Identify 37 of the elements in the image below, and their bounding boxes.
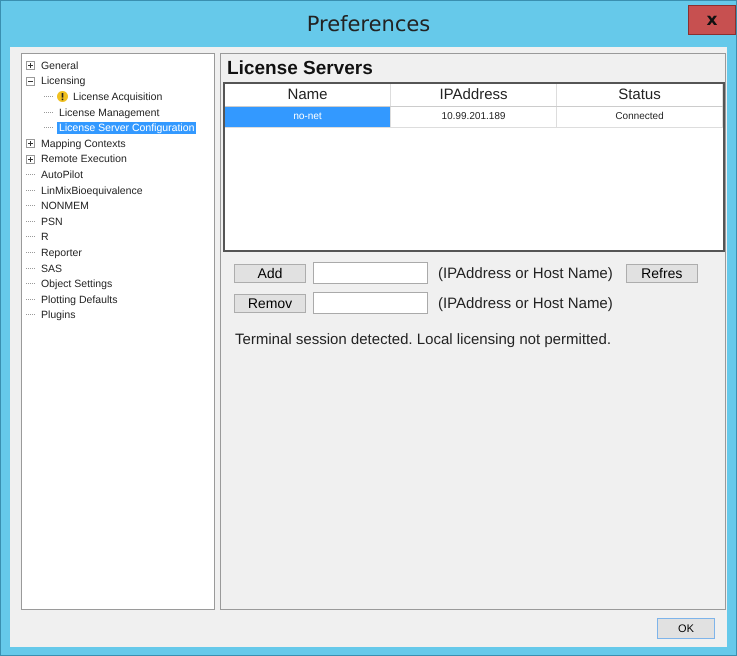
tree-item[interactable]: Reporter bbox=[39, 246, 84, 259]
tree-item[interactable]: Plotting Defaults bbox=[39, 294, 120, 306]
column-header[interactable]: Name bbox=[225, 84, 391, 106]
action-button[interactable]: Add bbox=[234, 264, 306, 282]
collapse-icon[interactable] bbox=[26, 76, 35, 86]
tree-item[interactable]: Mapping Contexts bbox=[39, 138, 128, 150]
ok-button[interactable]: OK bbox=[657, 618, 715, 639]
tree-item[interactable]: NONMEM bbox=[39, 200, 91, 212]
tree-item[interactable]: Remote Execution bbox=[39, 153, 129, 166]
expand-icon[interactable] bbox=[26, 154, 35, 164]
column-header[interactable]: Status bbox=[557, 84, 723, 106]
close-button[interactable]: x bbox=[688, 5, 736, 35]
action-button[interactable]: Remov bbox=[234, 294, 306, 312]
refresh-button[interactable]: Refres bbox=[626, 264, 698, 282]
tree-item[interactable]: R bbox=[39, 231, 51, 244]
tree-item[interactable]: Plugins bbox=[39, 309, 78, 322]
field-hint: (IPAddress or Host Name) bbox=[438, 294, 613, 312]
tree-item[interactable]: General bbox=[39, 60, 80, 72]
tree-item[interactable]: SAS bbox=[39, 262, 64, 275]
table-cell[interactable]: Connected bbox=[557, 107, 723, 127]
section-heading: License Servers bbox=[227, 58, 374, 80]
tree-item[interactable]: License Management bbox=[57, 106, 162, 119]
status-message: Terminal session detected. Local licensing not permitted. bbox=[235, 331, 612, 348]
server-field[interactable] bbox=[313, 262, 428, 284]
expand-icon[interactable] bbox=[26, 139, 35, 148]
tree-item[interactable]: LinMixBioequivalence bbox=[39, 184, 145, 197]
server-field[interactable] bbox=[313, 292, 428, 314]
field-hint: (IPAddress or Host Name) bbox=[438, 264, 613, 282]
column-header[interactable]: IPAddress bbox=[391, 84, 557, 106]
table-cell[interactable]: 10.99.201.189 bbox=[391, 107, 557, 127]
window-title: Preferences bbox=[306, 12, 430, 36]
tree-item[interactable]: License Acquisition bbox=[71, 90, 164, 103]
tree-item[interactable]: Object Settings bbox=[39, 278, 114, 290]
tree-item[interactable]: PSN bbox=[39, 216, 65, 228]
tree-item[interactable]: AutoPilot bbox=[39, 168, 86, 181]
expand-icon[interactable] bbox=[26, 61, 35, 70]
tree-item[interactable]: Licensing bbox=[39, 75, 88, 88]
